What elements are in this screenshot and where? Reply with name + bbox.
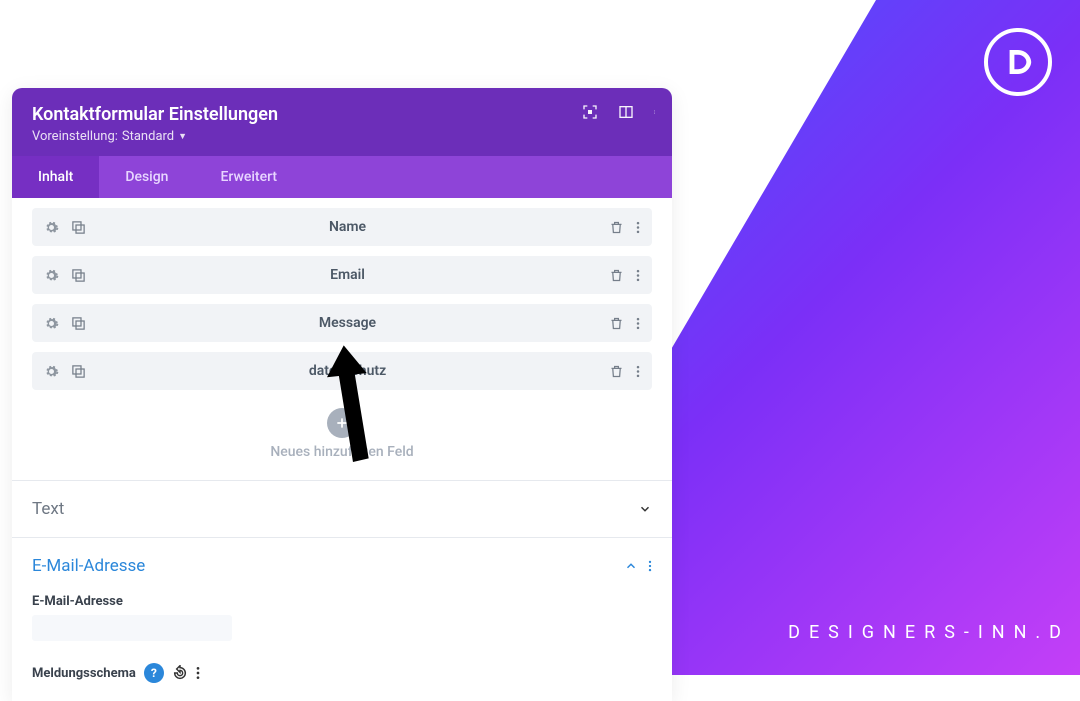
trash-icon[interactable] <box>609 364 624 379</box>
tab-design[interactable]: Design <box>99 156 194 198</box>
more-vertical-icon[interactable] <box>636 268 640 283</box>
caret-down-icon: ▼ <box>178 131 187 142</box>
fields-list: Name Email Message <box>12 198 672 480</box>
reset-icon[interactable] <box>172 665 188 681</box>
trash-icon[interactable] <box>609 268 624 283</box>
add-label: Neues hinzufügen Feld <box>32 444 652 460</box>
more-vertical-icon[interactable] <box>636 364 640 379</box>
tab-inhalt[interactable]: Inhalt <box>12 156 99 198</box>
field-label: datenschutz <box>86 363 609 379</box>
add-field-area: Neues hinzufügen Feld <box>32 400 652 480</box>
settings-panel: Kontaktformular Einstellungen Voreinstel… <box>12 88 672 701</box>
preset-value: Standard <box>122 129 174 144</box>
field-label: Name <box>86 219 609 235</box>
preset-prefix: Voreinstellung: <box>32 129 118 144</box>
trash-icon[interactable] <box>609 316 624 331</box>
focus-icon[interactable] <box>582 104 598 120</box>
field-row[interactable]: Message <box>32 304 652 342</box>
section-text[interactable]: Text <box>12 480 672 537</box>
gear-icon[interactable] <box>44 268 59 283</box>
more-vertical-icon[interactable] <box>196 665 200 681</box>
chevron-up-icon <box>624 559 638 573</box>
letter-d-icon <box>1000 44 1036 80</box>
more-vertical-icon[interactable] <box>636 316 640 331</box>
more-vertical-icon[interactable] <box>648 559 652 573</box>
gear-icon[interactable] <box>44 316 59 331</box>
columns-icon[interactable] <box>618 104 634 120</box>
duplicate-icon[interactable] <box>71 364 86 379</box>
brand-site-text: DESIGNERS-INN.D <box>788 622 1070 643</box>
tab-erweitert[interactable]: Erweitert <box>194 156 303 198</box>
section-email[interactable]: E-Mail-Adresse <box>12 537 672 594</box>
field-row[interactable]: Name <box>32 208 652 246</box>
tab-bar: Inhalt Design Erweitert <box>12 156 672 198</box>
plus-icon <box>335 416 349 430</box>
section-email-title: E-Mail-Adresse <box>32 556 145 576</box>
more-vertical-icon[interactable] <box>654 104 658 120</box>
gear-icon[interactable] <box>44 220 59 235</box>
email-input[interactable] <box>32 615 232 641</box>
duplicate-icon[interactable] <box>71 220 86 235</box>
meldung-label: Meldungsschema <box>32 666 136 681</box>
email-field-label: E-Mail-Adresse <box>32 594 652 609</box>
preset-dropdown[interactable]: Voreinstellung: Standard ▼ <box>32 129 652 144</box>
help-icon[interactable]: ? <box>144 663 164 683</box>
gear-icon[interactable] <box>44 364 59 379</box>
chevron-down-icon <box>638 502 652 516</box>
section-text-title: Text <box>32 499 64 519</box>
brand-logo <box>984 28 1052 96</box>
field-row[interactable]: Email <box>32 256 652 294</box>
meldung-row: Meldungsschema ? <box>12 655 672 701</box>
more-vertical-icon[interactable] <box>636 220 640 235</box>
email-body: E-Mail-Adresse <box>12 594 672 655</box>
add-button[interactable] <box>327 408 357 438</box>
panel-header: Kontaktformular Einstellungen Voreinstel… <box>12 88 672 156</box>
trash-icon[interactable] <box>609 220 624 235</box>
duplicate-icon[interactable] <box>71 268 86 283</box>
panel-title: Kontaktformular Einstellungen <box>32 104 652 125</box>
duplicate-icon[interactable] <box>71 316 86 331</box>
field-label: Email <box>86 267 609 283</box>
field-row[interactable]: datenschutz <box>32 352 652 390</box>
field-label: Message <box>86 315 609 331</box>
